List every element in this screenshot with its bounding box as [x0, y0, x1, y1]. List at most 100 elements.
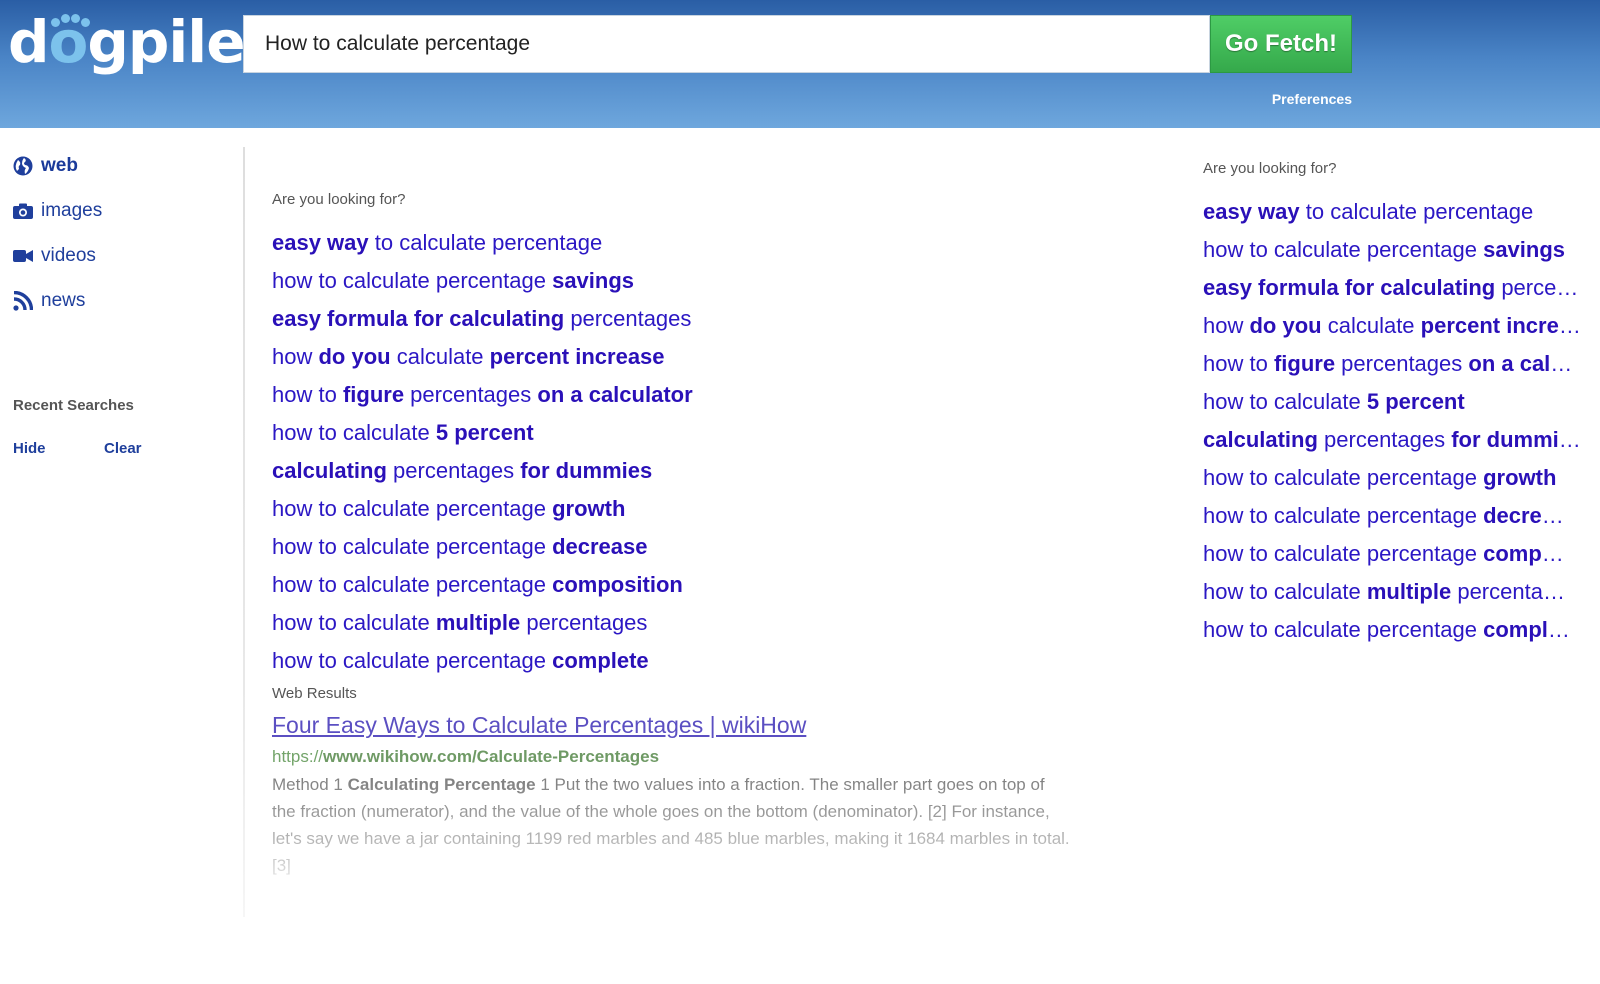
suggestion-text: how to calculate percentage — [272, 496, 553, 521]
sidebar-item-label: videos — [41, 245, 96, 266]
related-suggestion-link[interactable]: easy way to calculate percentage — [272, 224, 693, 262]
sidebar-item-videos[interactable]: videos — [13, 245, 96, 267]
hide-recent-link[interactable]: Hide — [13, 440, 46, 457]
clear-recent-link[interactable]: Clear — [104, 440, 142, 457]
suggestion-text: how to calculate percentage — [1203, 503, 1484, 528]
related-suggestion-link[interactable]: how to calculate percentage savings — [272, 262, 693, 300]
related-suggestion-link[interactable]: how to calculate multiple percentages — [272, 604, 693, 642]
suggestion-text: to calculate percentage — [1299, 199, 1534, 224]
suggestion-bold-text: comp — [1483, 541, 1542, 566]
related-suggestion-link[interactable]: how to figure percentages on a calculato… — [272, 376, 693, 414]
video-camera-icon — [13, 246, 33, 266]
suggestion-text: percentages — [520, 610, 648, 635]
result-url-prefix: https:// — [272, 747, 324, 766]
suggestion-text: how to calculate percentage — [1203, 617, 1484, 642]
header: dogpile® Go Fetch! Preferences — [0, 0, 1600, 128]
related-suggestion-link[interactable]: how do you calculate percent increase — [272, 338, 693, 376]
suggestion-text: perce… — [1495, 275, 1579, 300]
suggestion-bold-text: 5 percent — [435, 420, 534, 445]
right-related-suggestion-link[interactable]: how to calculate percentage growth — [1203, 459, 1581, 497]
snippet-bold: Calculating Percentage — [347, 775, 536, 794]
related-suggestion-link[interactable]: how to calculate percentage decrease — [272, 528, 693, 566]
suggestion-text: … — [1541, 503, 1564, 528]
suggestion-text: percentages — [386, 458, 521, 483]
right-related-suggestion-link[interactable]: how to figure percentages on a cal… — [1203, 345, 1581, 383]
suggestion-bold-text: calculating — [1203, 427, 1318, 452]
right-related-suggestion-link[interactable]: how to calculate 5 percent — [1203, 383, 1581, 421]
right-related-suggestion-link[interactable]: calculating percentages for dummi… — [1203, 421, 1581, 459]
suggestion-text: percentages — [404, 382, 538, 407]
right-related-suggestion-link[interactable]: how to calculate percentage compl… — [1203, 611, 1581, 649]
suggestion-bold-text: decre — [1483, 503, 1542, 528]
suggestion-text: calculate — [390, 344, 490, 369]
suggestion-text: calculate — [1321, 313, 1421, 338]
sidebar-item-web[interactable]: web — [13, 155, 78, 177]
sidebar-divider — [243, 147, 245, 917]
suggestion-text: how — [1203, 313, 1250, 338]
related-suggestion-link[interactable]: how to calculate 5 percent — [272, 414, 693, 452]
dogpile-logo[interactable]: dogpile® — [8, 4, 260, 80]
suggestion-bold-text: growth — [1483, 465, 1557, 490]
search-result: Four Easy Ways to Calculate Percentages … — [272, 712, 1072, 879]
result-snippet: Method 1 Calculating Percentage 1 Put th… — [272, 771, 1072, 879]
snippet-prefix: Method 1 — [272, 775, 348, 794]
go-fetch-button[interactable]: Go Fetch! — [1210, 15, 1352, 73]
suggestion-bold-text: complete — [552, 648, 649, 673]
search-input[interactable] — [244, 16, 1209, 72]
suggestion-text: percenta… — [1451, 579, 1565, 604]
right-related-suggestion-link[interactable]: how to calculate percentage decre… — [1203, 497, 1581, 535]
right-related-suggestion-link[interactable]: how to calculate percentage comp… — [1203, 535, 1581, 573]
recent-searches-heading: Recent Searches — [13, 397, 134, 414]
right-related-suggestion-link[interactable]: easy way to calculate percentage — [1203, 193, 1581, 231]
right-related-suggestion-link[interactable]: easy formula for calculating perce… — [1203, 269, 1581, 307]
paw-print-icon — [51, 14, 91, 28]
suggestion-bold-text: figure — [342, 382, 405, 407]
sidebar-item-news[interactable]: news — [13, 290, 85, 312]
suggestion-bold-text: 5 percent — [1366, 389, 1465, 414]
suggestion-bold-text: for dummi — [1451, 427, 1559, 452]
suggestion-text: how to calculate percentage — [1203, 237, 1484, 262]
suggestion-text: … — [1550, 351, 1573, 376]
suggestion-text: how to calculate — [272, 420, 436, 445]
camera-icon — [13, 201, 33, 221]
sidebar-item-label: news — [41, 290, 86, 311]
related-suggestion-link[interactable]: how to calculate percentage composition — [272, 566, 693, 604]
are-you-looking-for-label: Are you looking for? — [272, 191, 406, 208]
right-related-suggestion-link[interactable]: how do you calculate percent incre… — [1203, 307, 1581, 345]
preferences-link[interactable]: Preferences — [1250, 91, 1352, 107]
suggestion-bold-text: easy formula for calculating — [1203, 275, 1496, 300]
related-suggestion-link[interactable]: calculating percentages for dummies — [272, 452, 693, 490]
suggestion-text: how to calculate percentage — [272, 648, 553, 673]
suggestion-text: … — [1558, 313, 1581, 338]
suggestion-bold-text: growth — [552, 496, 626, 521]
rss-icon — [13, 291, 33, 311]
result-title-link[interactable]: Four Easy Ways to Calculate Percentages … — [272, 712, 806, 739]
right-are-you-looking-for-label: Are you looking for? — [1203, 160, 1337, 177]
suggestion-bold-text: do you — [1249, 313, 1322, 338]
suggestion-text: to calculate percentage — [368, 230, 603, 255]
suggestion-text: how to calculate percentage — [272, 268, 553, 293]
result-url-main: www.wikihow.com/Calculate-Percentages — [323, 747, 660, 766]
suggestion-text: how to calculate percentage — [1203, 541, 1484, 566]
globe-icon — [13, 156, 33, 176]
logo-text: dogpile® — [8, 8, 260, 76]
search-box — [243, 15, 1210, 73]
sidebar-item-images[interactable]: images — [13, 200, 102, 222]
suggestion-bold-text: easy way — [1203, 199, 1300, 224]
sidebar-item-label: web — [41, 155, 78, 176]
suggestion-text: how to — [272, 382, 343, 407]
related-suggestion-link[interactable]: easy formula for calculating percentages — [272, 300, 693, 338]
suggestion-bold-text: composition — [552, 572, 683, 597]
right-related-suggestion-link[interactable]: how to calculate percentage savings — [1203, 231, 1581, 269]
related-suggestion-link[interactable]: how to calculate percentage growth — [272, 490, 693, 528]
suggestion-bold-text: easy way — [272, 230, 369, 255]
right-related-searches-list: easy way to calculate percentage how to c… — [1203, 193, 1581, 649]
suggestion-text: how to calculate — [1203, 389, 1367, 414]
suggestion-bold-text: do you — [318, 344, 391, 369]
suggestion-bold-text: savings — [552, 268, 635, 293]
related-suggestion-link[interactable]: how to calculate percentage complete — [272, 642, 693, 680]
suggestion-bold-text: percent increase — [489, 344, 665, 369]
sidebar: web images videos news Recent Searches H… — [0, 128, 243, 928]
suggestion-text: percentages — [564, 306, 692, 331]
right-related-suggestion-link[interactable]: how to calculate multiple percenta… — [1203, 573, 1581, 611]
